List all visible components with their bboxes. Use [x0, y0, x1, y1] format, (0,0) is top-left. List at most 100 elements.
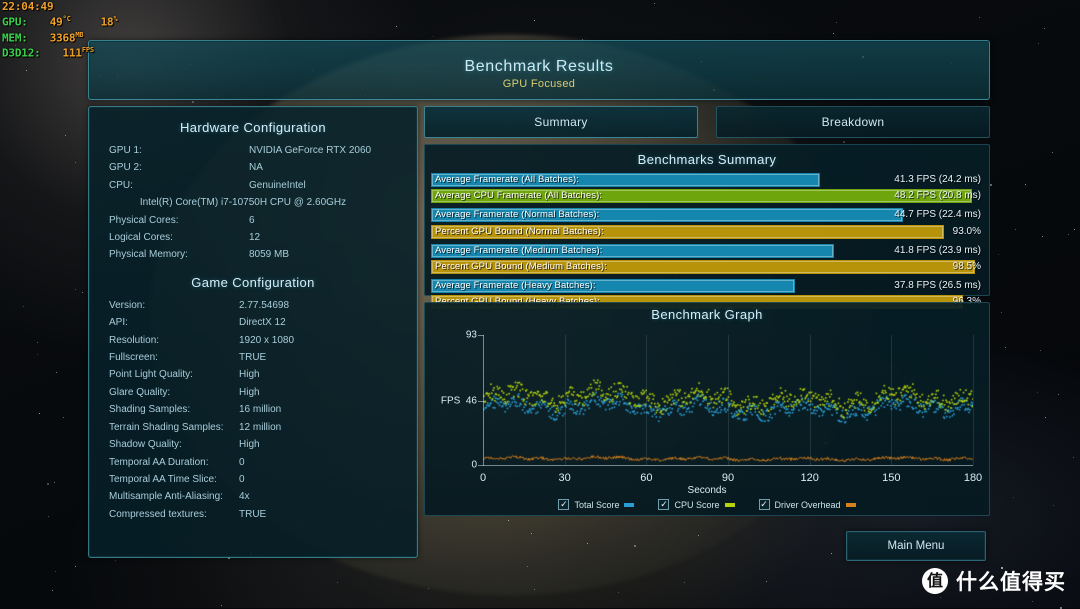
chart-legend: ✓ Total Score ✓ CPU Score ✓ Driver Overhead	[425, 499, 989, 510]
benchmark-bar-list: Average Framerate (All Batches): 41.3 FPS…	[425, 173, 989, 310]
cpu-full-name: Intel(R) Core(TM) i7-10750H CPU @ 2.60GH…	[139, 197, 347, 209]
chart-y-tick: 93	[465, 329, 477, 341]
game-setting-value: 1920 x 1080	[239, 334, 295, 346]
x-axis-title: Seconds	[687, 485, 727, 496]
legend-label: Driver Overhead	[774, 499, 841, 510]
hud-row-2: D3D12: 111FPS	[2, 46, 94, 60]
chart-x-tick: 150	[882, 472, 901, 484]
watermark: 值 什么值得买	[922, 566, 1066, 596]
benchmark-bar-label: Average Framerate (All Batches):	[435, 174, 579, 185]
benchmark-bar-label: Average Framerate (Heavy Batches):	[435, 280, 596, 292]
benchmark-plot-area: 0 30 60 90 120 150 180 0 FPS 46 93	[441, 330, 982, 485]
page-subtitle: GPU Focused	[502, 78, 576, 90]
chart-gridline	[973, 335, 974, 465]
game-setting-row: Terrain Shading Samples: 12 million	[89, 419, 417, 436]
game-setting-row: Shadow Quality: High	[89, 436, 417, 453]
game-setting-row: Shading Samples: 16 million	[89, 401, 417, 418]
game-setting-key: Shadow Quality:	[109, 439, 182, 451]
hardware-value: 6	[249, 214, 255, 226]
game-config-list: Version: 2.77.54698 API: DirectX 12 Resoluti…	[89, 297, 417, 523]
chart-y-tick: 0	[471, 459, 477, 471]
chart-x-tick: 120	[800, 472, 819, 484]
game-setting-key: Multisample Anti-Aliasing:	[109, 491, 223, 503]
benchmark-graph-title: Benchmark Graph	[651, 307, 763, 322]
hardware-value: GenuineIntel	[249, 179, 306, 191]
benchmark-bar-label: Average CPU Framerate (All Batches):	[435, 190, 603, 202]
hardware-row: GPU 1: NVIDIA GeForce RTX 2060	[89, 142, 417, 159]
game-setting-value: 0	[239, 456, 245, 468]
legend-color-swatch	[724, 502, 735, 507]
main-menu-button[interactable]: Main Menu	[846, 531, 986, 561]
game-setting-key: Compressed textures:	[109, 508, 207, 520]
hud-stats: GPU: 49°C 18% MEM: 3368MB D3D12: 111FPS	[2, 13, 118, 60]
game-setting-key: Temporal AA Time Slice:	[109, 473, 217, 485]
benchmark-bar-value: 44.7 FPS (22.4 ms)	[894, 209, 981, 221]
benchmark-bar-value: 41.3 FPS (24.2 ms)	[894, 174, 981, 185]
chart-x-axis	[483, 465, 973, 466]
game-setting-row: Temporal AA Time Slice: 0	[89, 471, 417, 488]
legend-item-cpu-score[interactable]: ✓ CPU Score	[658, 499, 735, 510]
game-setting-value: TRUE	[239, 508, 267, 520]
game-setting-row: Fullscreen: TRUE	[89, 349, 417, 366]
benchmark-bar-label: Average Framerate (Normal Batches):	[435, 209, 600, 221]
benchmark-bar-value: 93.0%	[952, 225, 981, 237]
legend-item-driver-overhead[interactable]: ✓ Driver Overhead	[758, 499, 856, 510]
legend-checkbox-icon[interactable]: ✓	[558, 499, 570, 510]
hardware-row: Physical Memory: 8059 MB	[89, 246, 417, 263]
hud-row-1: MEM: 3368MB	[2, 30, 84, 45]
chart-y-tick: FPS 46	[440, 395, 477, 407]
chart-x-tick: 180	[963, 472, 983, 484]
hardware-value: NA	[249, 162, 263, 174]
game-setting-row: Compressed textures: TRUE	[89, 506, 417, 523]
game-setting-value: 4x	[239, 491, 250, 503]
hud-row-0: GPU: 49°C 18%	[2, 15, 118, 29]
game-setting-key: API:	[109, 317, 128, 329]
hardware-key: GPU 2:	[109, 162, 142, 174]
tab-summary[interactable]: Summary	[424, 106, 698, 138]
benchmarks-summary-title: Benchmarks Summary	[637, 152, 777, 167]
hud-overlay: 22:04:49 GPU: 49°C 18% MEM: 3368MB D3D12: 111F…	[2, 1, 118, 60]
benchmark-bar-label: Percent GPU Bound (Medium Batches):	[435, 260, 607, 272]
chart-gridline	[728, 335, 729, 465]
hardware-config-title: Hardware Configuration	[179, 120, 327, 135]
game-setting-value: TRUE	[239, 352, 267, 364]
benchmark-window: Benchmark Results GPU Focused Hardware C…	[88, 40, 990, 558]
legend-label: Total Score	[574, 499, 620, 510]
game-setting-row: Glare Quality: High	[89, 384, 417, 401]
legend-checkbox-icon[interactable]: ✓	[758, 499, 770, 510]
benchmark-bar-value: 37.8 FPS (26.5 ms)	[894, 280, 981, 292]
tab-breakdown[interactable]: Breakdown	[716, 106, 990, 138]
game-setting-row: Temporal AA Duration: 0	[89, 454, 417, 471]
game-setting-value: 16 million	[239, 404, 282, 416]
game-setting-value: High	[239, 386, 260, 398]
page-title: Benchmark Results	[464, 58, 614, 75]
hardware-row: Logical Cores: 12	[89, 229, 417, 246]
chart-x-tick: 60	[640, 472, 653, 484]
hardware-row: CPU: GenuineIntel	[89, 177, 417, 194]
chart-gridline	[564, 335, 566, 465]
chart-gridline	[646, 335, 648, 465]
hardware-key: Physical Cores:	[109, 214, 179, 226]
legend-color-swatch	[624, 502, 635, 507]
benchmark-bar-row: Average Framerate (Medium Batches): 41.8 …	[431, 243, 983, 258]
window-titlebar: Benchmark Results GPU Focused	[88, 40, 990, 100]
benchmark-bar-label: Percent GPU Bound (Normal Batches):	[435, 225, 604, 237]
chart-x-tick: 90	[721, 472, 735, 484]
tab-bar: Summary Breakdown	[424, 106, 990, 138]
legend-item-total-score[interactable]: ✓ Total Score	[558, 499, 635, 510]
hardware-key: CPU:	[109, 179, 133, 191]
game-setting-value: 2.77.54698	[239, 299, 290, 311]
game-setting-row: API: DirectX 12	[89, 314, 417, 331]
benchmark-bar-row: Average Framerate (Heavy Batches): 37.8 F…	[431, 279, 983, 294]
chart-x-tick: 30	[558, 472, 571, 484]
game-setting-value: 0	[239, 473, 245, 485]
hardware-config-list-2: Physical Cores: 6 Logical Cores: 12 Physical…	[89, 212, 417, 264]
benchmark-bar-row: Average Framerate (All Batches): 41.3 FPS…	[431, 173, 983, 187]
chart-y-tickmark	[478, 335, 484, 336]
game-setting-key: Version:	[109, 299, 146, 311]
hardware-row: GPU 2: NA	[89, 159, 417, 176]
game-setting-value: 12 million	[239, 421, 282, 433]
chart-x-tick: 0	[479, 472, 487, 484]
watermark-text: 什么值得买	[956, 570, 1066, 594]
legend-checkbox-icon[interactable]: ✓	[658, 499, 670, 510]
